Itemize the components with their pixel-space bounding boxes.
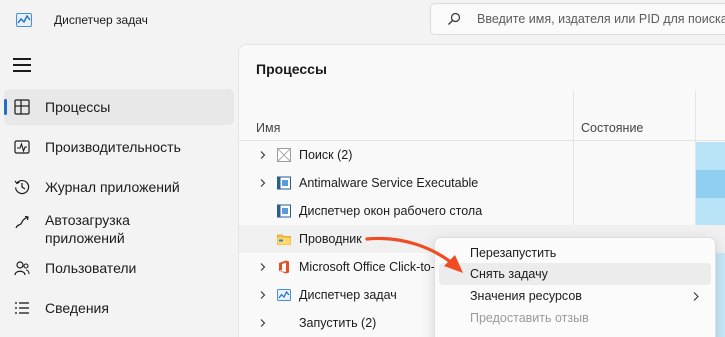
- chevron-right-icon[interactable]: [259, 263, 267, 271]
- process-name: Проводник: [299, 232, 362, 246]
- sidebar-item-startup-apps[interactable]: Автозагрузка приложений: [4, 211, 234, 247]
- column-header-name[interactable]: Имя: [256, 121, 280, 135]
- chevron-right-icon[interactable]: [259, 151, 267, 159]
- page-title: Процессы: [256, 61, 327, 77]
- sidebar-item-label: Производительность: [45, 139, 181, 155]
- process-name: Запустить (2): [299, 316, 377, 330]
- sidebar-item-details[interactable]: Сведения: [4, 290, 234, 326]
- sidebar-item-label: Процессы: [45, 99, 111, 115]
- menu-item-label: Снять задачу: [470, 267, 548, 281]
- chevron-right-icon[interactable]: [259, 319, 267, 327]
- window-manager-icon: [277, 204, 291, 218]
- performance-icon: [14, 140, 30, 154]
- task-manager-icon: [16, 13, 32, 27]
- chevron-right-icon: [693, 292, 699, 301]
- sidebar-item-label: Журнал приложений: [45, 179, 180, 195]
- menu-item-feedback: Предоставить отзыв: [439, 307, 711, 329]
- column-header-status[interactable]: Состояние: [581, 121, 643, 135]
- sidebar-item-label: Автозагрузка приложений: [45, 211, 130, 247]
- menu-item-resource-values[interactable]: Значения ресурсов: [439, 285, 711, 307]
- processes-icon: [14, 99, 30, 115]
- chevron-right-icon[interactable]: [259, 291, 267, 299]
- details-icon: [15, 302, 29, 314]
- menu-item-label: Значения ресурсов: [470, 289, 582, 303]
- context-menu: Перезапустить Снять задачу Значения ресу…: [434, 237, 716, 337]
- sidebar-item-users[interactable]: Пользователи: [4, 250, 234, 286]
- sidebar-item-performance[interactable]: Производительность: [4, 129, 234, 165]
- process-name: Диспетчер задач: [299, 288, 397, 302]
- title-bar: Диспетчер задач Введите имя, издателя ил…: [0, 0, 725, 44]
- search-process-icon: [277, 148, 291, 162]
- sidebar-item-label: Пользователи: [45, 260, 137, 276]
- sidebar-item-app-history[interactable]: Журнал приложений: [4, 169, 234, 205]
- app-history-icon: [14, 179, 30, 195]
- menu-item-label: Предоставить отзыв: [470, 311, 589, 325]
- antimalware-icon: [277, 176, 291, 190]
- users-icon: [14, 261, 30, 276]
- process-name: Диспетчер окон рабочего стола: [299, 204, 483, 218]
- menu-toggle-icon[interactable]: [13, 58, 31, 74]
- menu-item-label: Перезапустить: [470, 246, 557, 260]
- sidebar-item-label-line1: Автозагрузка: [45, 212, 130, 228]
- process-row[interactable]: Antimalware Service Executable: [239, 169, 725, 197]
- startup-apps-icon: [15, 215, 29, 229]
- process-row[interactable]: Диспетчер окон рабочего стола: [239, 197, 725, 225]
- process-row[interactable]: Поиск (2): [239, 141, 725, 169]
- window-title: Диспетчер задач: [54, 13, 148, 27]
- search-placeholder: Введите имя, издателя или PID для поиска: [477, 12, 725, 26]
- sidebar-item-label: Сведения: [45, 300, 109, 316]
- menu-item-restart[interactable]: Перезапустить: [439, 242, 711, 264]
- sidebar-item-label-line2: приложений: [45, 230, 125, 246]
- office-icon: [279, 260, 289, 274]
- search-input[interactable]: Введите имя, издателя или PID для поиска: [430, 3, 725, 35]
- menu-item-end-task[interactable]: Снять задачу: [439, 263, 711, 285]
- process-name: Antimalware Service Executable: [299, 176, 479, 190]
- task-manager-icon: [277, 289, 291, 301]
- process-name: Поиск (2): [299, 148, 353, 162]
- search-icon: [448, 12, 461, 25]
- sidebar-item-processes[interactable]: Процессы: [4, 89, 234, 125]
- chevron-right-icon[interactable]: [259, 179, 267, 187]
- folder-icon: [277, 234, 291, 245]
